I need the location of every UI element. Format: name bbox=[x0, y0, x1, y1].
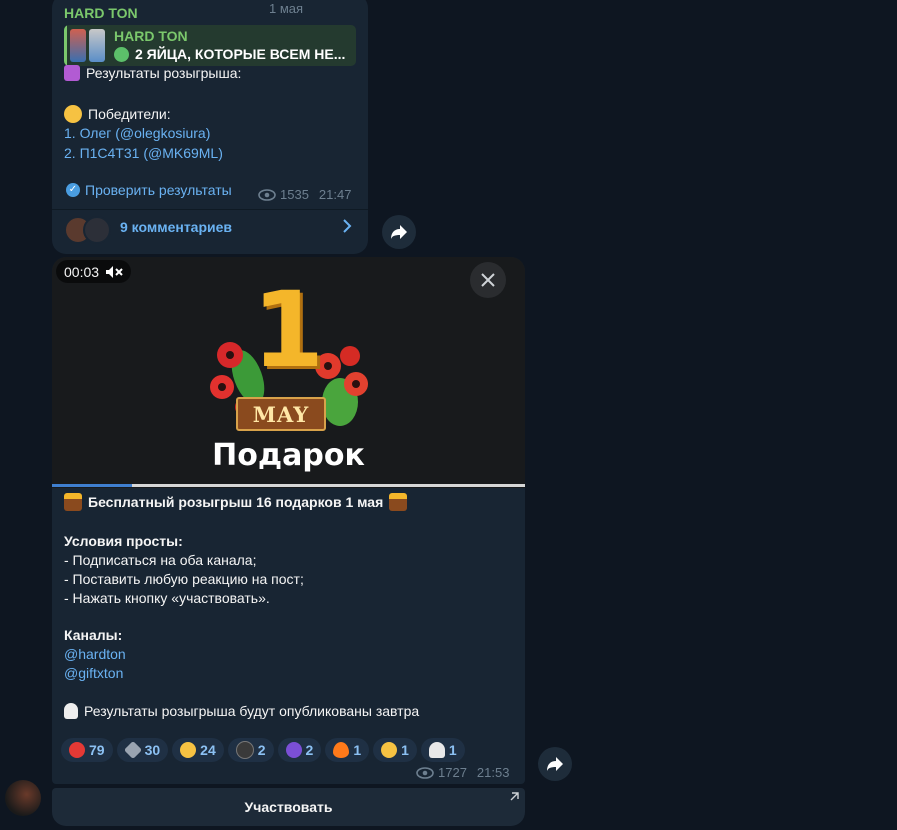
gem-icon bbox=[123, 740, 142, 760]
results-line: Результаты розыгрыша: bbox=[64, 65, 241, 81]
message-bubble-results: HARD TON 1 мая HARD TON 2 ЯЙЦА, КОТОРЫЕ … bbox=[52, 0, 368, 254]
grin-icon bbox=[381, 742, 398, 758]
close-icon bbox=[481, 273, 495, 287]
video-progress-fill bbox=[52, 484, 133, 487]
reaction-grin[interactable]: 1 bbox=[373, 738, 417, 762]
close-button[interactable] bbox=[470, 262, 506, 298]
thumbs-up-icon bbox=[180, 742, 197, 758]
headline: Бесплатный розыгрыш 16 подарков 1 мая bbox=[88, 494, 384, 510]
forward-button[interactable] bbox=[382, 215, 416, 249]
reply-preview[interactable]: HARD TON 2 ЯЙЦА, КОТОРЫЕ ВСЕМ НЕ... bbox=[64, 25, 356, 66]
comments-label: 9 комментариев bbox=[120, 219, 233, 235]
post-time: 21:47 bbox=[318, 187, 352, 202]
muted-icon[interactable] bbox=[105, 265, 123, 279]
forward-button[interactable] bbox=[538, 747, 572, 781]
results-note: Результаты розыгрыша будут опубликованы … bbox=[84, 703, 420, 719]
may-badge: MAY bbox=[236, 397, 326, 431]
reply-thumbnail-2 bbox=[89, 29, 105, 62]
views-count: 1535 bbox=[280, 187, 309, 202]
reply-text-row: 2 ЯЙЦА, КОТОРЫЕ ВСЕМ НЕ... bbox=[114, 46, 345, 62]
participate-button[interactable]: Участвовать bbox=[52, 788, 525, 826]
may-day-number: 1 bbox=[251, 269, 325, 391]
reaction-wizard[interactable]: 2 bbox=[277, 738, 322, 762]
hug-emoji-icon bbox=[64, 105, 82, 123]
reaction-thumbs-up[interactable]: 24 bbox=[172, 738, 224, 762]
verified-check-icon: ✓ bbox=[66, 183, 80, 197]
condition-item: - Поставить любую реакцию на пост; bbox=[64, 571, 304, 587]
condition-item: - Нажать кнопку «участвовать». bbox=[64, 590, 270, 606]
ghost-icon bbox=[428, 742, 445, 758]
reaction-bomb[interactable]: 2 bbox=[227, 738, 274, 762]
reactions-row: 79 30 24 2 2 1 1 1 bbox=[61, 738, 465, 762]
channel-name[interactable]: HARD TON bbox=[64, 5, 138, 21]
reply-text: 2 ЯЙЦА, КОТОРЫЕ ВСЕМ НЕ... bbox=[135, 46, 346, 62]
channel-link[interactable]: @hardton bbox=[64, 646, 126, 662]
egg-icon bbox=[114, 46, 129, 62]
winner-1[interactable]: 1. Олег (@olegkosiura) bbox=[64, 125, 210, 141]
reply-thumbnail bbox=[70, 29, 86, 62]
video-player[interactable]: 00:03 1 MAY Подарок bbox=[52, 257, 525, 488]
heart-icon bbox=[69, 742, 85, 758]
winner-2[interactable]: 2. П1С4Т31 (@MK69ML) bbox=[64, 145, 223, 161]
verify-results-link[interactable]: ✓ Проверить результаты bbox=[66, 182, 232, 198]
results-note-line: Результаты розыгрыша будут опубликованы … bbox=[64, 703, 419, 719]
condition-item: - Подписаться на оба канала; bbox=[64, 552, 257, 568]
date-label: 1 мая bbox=[269, 1, 304, 16]
views-icon bbox=[416, 766, 434, 779]
comments-bar[interactable]: 9 комментариев bbox=[52, 210, 368, 254]
message-bubble-giveaway: 00:03 1 MAY Подарок Бесплатный розыгрыш … bbox=[52, 257, 525, 784]
results-label: Результаты розыгрыша: bbox=[86, 65, 242, 81]
may-sticker-icon bbox=[389, 493, 408, 511]
fire-icon bbox=[333, 742, 350, 758]
video-timer-pill: 00:03 bbox=[56, 260, 132, 283]
views-icon bbox=[258, 188, 276, 201]
may-badge-text: MAY bbox=[252, 401, 310, 427]
wizard-icon bbox=[285, 742, 302, 758]
post1-meta: 1535 21:47 bbox=[258, 187, 351, 202]
winners-label: Победители: bbox=[88, 106, 171, 122]
post-time: 21:53 bbox=[476, 765, 510, 780]
reply-bar bbox=[64, 25, 67, 66]
video-timer: 00:03 bbox=[64, 263, 100, 280]
video-progress-track[interactable] bbox=[52, 484, 525, 487]
avatar bbox=[83, 216, 111, 244]
reaction-heart[interactable]: 79 bbox=[61, 738, 113, 762]
views-count: 1727 bbox=[438, 765, 467, 780]
reaction-fire[interactable]: 1 bbox=[325, 738, 370, 762]
channels-title: Каналы: bbox=[64, 627, 123, 643]
channel-link[interactable]: @giftxton bbox=[64, 665, 123, 681]
reaction-ghost[interactable]: 1 bbox=[420, 738, 465, 762]
headline-line: Бесплатный розыгрыш 16 подарков 1 мая bbox=[64, 493, 408, 511]
forward-icon bbox=[546, 756, 564, 772]
participate-label: Участвовать bbox=[244, 799, 333, 815]
conditions-title: Условия просты: bbox=[64, 533, 183, 549]
external-link-icon bbox=[510, 792, 519, 801]
forward-icon bbox=[390, 224, 408, 240]
bomb-icon bbox=[235, 741, 254, 759]
chef-hat-icon bbox=[64, 703, 78, 719]
party-popper-icon bbox=[64, 65, 80, 81]
winners-line: Победители: bbox=[64, 105, 171, 123]
chevron-right-icon bbox=[340, 215, 354, 240]
video-caption: Подарок bbox=[212, 438, 365, 473]
reaction-gem[interactable]: 30 bbox=[116, 738, 169, 762]
reply-channel: HARD TON bbox=[114, 28, 188, 44]
may-sticker-icon bbox=[64, 493, 82, 511]
channel-avatar[interactable] bbox=[5, 780, 41, 816]
post2-meta: 1727 21:53 bbox=[416, 765, 509, 780]
